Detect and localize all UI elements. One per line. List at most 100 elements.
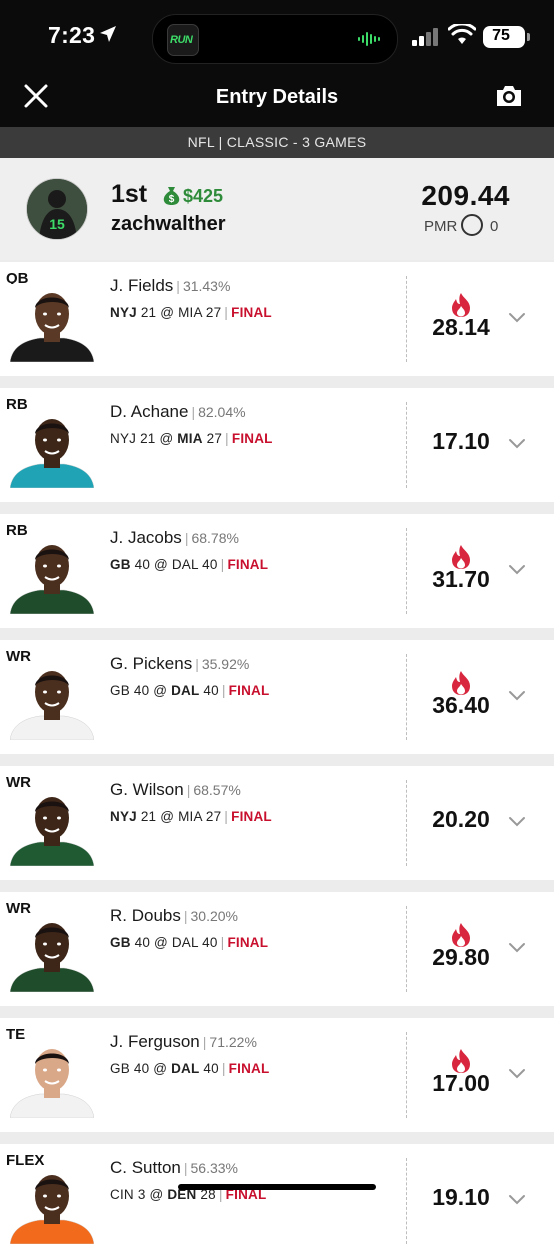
player-name[interactable]: J. Jacobs <box>110 528 182 547</box>
home-team: MIA <box>178 809 202 824</box>
away-team: NYJ <box>110 431 137 446</box>
player-name[interactable]: G. Wilson <box>110 780 184 799</box>
divider <box>406 276 407 362</box>
home-team: DAL <box>171 935 199 950</box>
chevron-down-icon[interactable] <box>508 942 526 954</box>
avatar-image: 15 <box>27 179 87 239</box>
chevron-down-icon[interactable] <box>508 1068 526 1080</box>
fantasy-points: 17.10 <box>432 428 490 454</box>
player-name-line: C. Sutton | 56.33% <box>110 1158 238 1178</box>
island-app-label: RUN <box>170 34 193 46</box>
player-row[interactable]: FLEX C. Sutton | 56.33% CIN 3 @ DEN 28 | FIN… <box>0 1144 554 1258</box>
entry-username: zachwalther <box>111 213 226 235</box>
chevron-down-icon[interactable] <box>508 438 526 450</box>
away-team: NYJ <box>110 305 137 320</box>
game-info: NYJ 21 @ MIA 27 | FINAL <box>110 430 273 446</box>
home-score: 40 <box>203 683 219 698</box>
contest-info-bar: NFL | CLASSIC - 3 GAMES <box>0 127 554 158</box>
away-score: 40 <box>133 1061 150 1076</box>
status-time: 7:23 <box>48 22 96 48</box>
player-row[interactable]: WR R. Doubs | 30.20% GB 40 @ DAL 40 | FINAL … <box>0 892 554 1006</box>
entry-rank: 1st <box>111 180 148 208</box>
player-headshot <box>10 1040 94 1118</box>
away-score: 21 <box>140 431 156 446</box>
player-headshot <box>10 1166 94 1244</box>
player-row[interactable]: RB J. Jacobs | 68.78% GB 40 @ DAL 40 | FINAL… <box>0 514 554 628</box>
away-team: GB <box>110 683 130 698</box>
divider <box>406 654 407 740</box>
at-symbol: @ <box>153 935 168 950</box>
pmr-label: PMR <box>424 218 458 235</box>
player-name-line: J. Ferguson | 71.22% <box>110 1032 257 1052</box>
pmr-value: 0 <box>490 218 499 235</box>
pmr-progress-icon <box>461 214 483 236</box>
battery-level: 75 <box>492 27 510 44</box>
player-row[interactable]: RB D. Achane | 82.04% NYJ 21 @ MIA 27 | FINA… <box>0 388 554 502</box>
away-team: GB <box>110 935 131 950</box>
player-name[interactable]: J. Fields <box>110 276 173 295</box>
player-row[interactable]: WR G. Wilson | 68.57% NYJ 21 @ MIA 27 | FINA… <box>0 766 554 880</box>
camera-button[interactable] <box>494 82 524 110</box>
ownership-percent: 71.22% <box>209 1034 257 1050</box>
home-score: 40 <box>203 1061 219 1076</box>
away-score: 21 <box>140 305 157 320</box>
chevron-down-icon[interactable] <box>508 690 526 702</box>
at-symbol: @ <box>160 809 175 824</box>
player-name[interactable]: R. Doubs <box>110 906 181 925</box>
separator: | <box>224 304 229 320</box>
player-row[interactable]: TE J. Ferguson | 71.22% GB 40 @ DAL 40 | FIN… <box>0 1018 554 1132</box>
away-score: 21 <box>140 809 157 824</box>
divider <box>406 780 407 866</box>
entry-summary: 15 1st $ $425 zachwalther 209.44 PMR 0 <box>0 158 554 260</box>
chevron-down-icon[interactable] <box>508 564 526 576</box>
game-status: FINAL <box>228 683 270 698</box>
live-activity-app-icon: RUN <box>167 24 199 56</box>
player-name[interactable]: J. Ferguson <box>110 1032 200 1051</box>
top-bar: 7:23 RUN 75 Entry Details <box>0 0 554 127</box>
ownership-percent: 68.57% <box>193 782 241 798</box>
fantasy-points: 19.10 <box>432 1184 490 1210</box>
player-row[interactable]: QB J. Fields | 31.43% NYJ 21 @ MIA 27 | FINA… <box>0 262 554 376</box>
fantasy-points: 28.14 <box>432 314 490 340</box>
at-symbol: @ <box>160 305 175 320</box>
player-name-line: G. Wilson | 68.57% <box>110 780 241 800</box>
game-status: FINAL <box>228 1061 270 1076</box>
page-title: Entry Details <box>215 86 339 108</box>
player-name[interactable]: G. Pickens <box>110 654 192 673</box>
home-team: DAL <box>171 557 199 572</box>
separator: | <box>191 404 196 420</box>
separator: | <box>202 1034 207 1050</box>
chevron-down-icon[interactable] <box>508 816 526 828</box>
avatar: 15 <box>26 178 88 240</box>
away-score: 40 <box>134 935 151 950</box>
separator: | <box>221 682 226 698</box>
home-score: 27 <box>205 809 222 824</box>
game-info: NYJ 21 @ MIA 27 | FINAL <box>110 304 272 320</box>
location-arrow-icon <box>100 26 116 42</box>
player-name[interactable]: C. Sutton <box>110 1158 181 1177</box>
ownership-percent: 35.92% <box>201 656 250 672</box>
game-status: FINAL <box>231 809 272 824</box>
player-row[interactable]: WR G. Pickens | 35.92% GB 40 @ DAL 40 | FINA… <box>0 640 554 754</box>
player-headshot <box>10 284 94 362</box>
separator: | <box>225 430 229 446</box>
game-status: FINAL <box>231 431 273 446</box>
total-points: 209.44 <box>421 180 510 211</box>
player-headshot <box>10 914 94 992</box>
separator: | <box>220 556 225 572</box>
separator: | <box>186 782 191 798</box>
game-info: GB 40 @ DAL 40 | FINAL <box>110 934 268 950</box>
entry-winnings: $425 <box>183 186 224 206</box>
chevron-down-icon[interactable] <box>508 312 526 324</box>
chevron-down-icon[interactable] <box>508 1194 526 1206</box>
home-team: MIA <box>178 305 202 320</box>
cellular-signal-icon <box>412 28 438 46</box>
away-score: 40 <box>133 683 150 698</box>
home-indicator <box>178 1184 376 1190</box>
ownership-percent: 30.20% <box>190 908 238 924</box>
player-name[interactable]: D. Achane <box>110 402 188 421</box>
svg-text:15: 15 <box>49 216 65 232</box>
game-status: FINAL <box>227 557 269 572</box>
away-team: NYJ <box>110 809 137 824</box>
divider <box>406 1032 407 1118</box>
